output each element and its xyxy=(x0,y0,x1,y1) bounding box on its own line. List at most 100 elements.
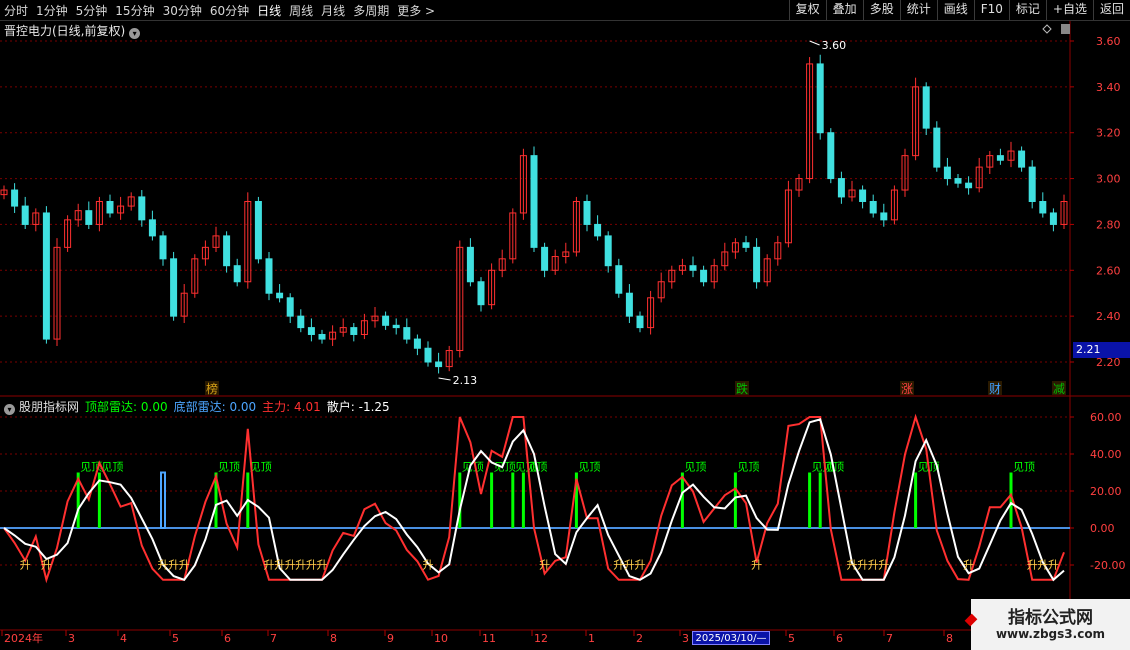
candle-body xyxy=(297,315,305,329)
bottom-signal-label: 升 xyxy=(751,559,762,572)
event-tag: 减 xyxy=(1053,382,1065,396)
bottom-signal-label: 升 xyxy=(868,559,879,572)
bottom-signal-label: 升 xyxy=(179,559,190,572)
candle-body xyxy=(636,315,644,329)
panel-menu-icon xyxy=(1061,24,1070,34)
candle-body xyxy=(827,132,835,180)
date-tick-label: 11 xyxy=(482,632,496,645)
candle-body xyxy=(350,327,358,335)
date-tick-label: 10 xyxy=(434,632,448,645)
top-radar-bar xyxy=(490,472,494,528)
bottom-signal-label: 升 xyxy=(168,559,179,572)
price-tick-label: 3.20 xyxy=(1096,127,1121,140)
indicator-value-3: 散户: -1.25 xyxy=(326,400,390,414)
stock-title-text: 晋控电力(日线,前复权) xyxy=(4,24,126,38)
event-tag: 涨 xyxy=(901,381,913,396)
indicator-tick-label: 0.00 xyxy=(1090,522,1115,535)
candle-body xyxy=(954,178,962,184)
bottom-signal-label: 升 xyxy=(1027,559,1038,572)
candle-body xyxy=(265,258,273,294)
date-tick-label: 8 xyxy=(946,632,953,645)
candle-body xyxy=(11,189,19,207)
top-radar-bar xyxy=(680,472,684,528)
bottom-signal-label: 升 xyxy=(847,559,858,572)
price-tick-label: 2.40 xyxy=(1096,310,1121,323)
candle-body xyxy=(1028,166,1036,203)
candle-body xyxy=(541,246,549,271)
bottom-signal-label: 升 xyxy=(274,559,285,572)
bottom-signal-label: 升 xyxy=(423,559,434,572)
date-tick-label: 6 xyxy=(224,632,231,645)
top-signal-label: 见顶 xyxy=(684,461,706,474)
bottom-signal-label: 升 xyxy=(624,559,635,572)
indicator-value-1: 底部雷达: 0.00 xyxy=(173,400,257,414)
bottom-radar-bar xyxy=(160,471,166,529)
candle-body xyxy=(615,265,623,294)
bottom-signal-label: 升 xyxy=(295,559,306,572)
price-tick-label: 3.00 xyxy=(1096,173,1121,186)
candle-body xyxy=(392,324,400,329)
candle-body xyxy=(435,361,443,368)
candle-body xyxy=(413,338,421,349)
candle-body xyxy=(307,327,315,335)
bottom-signal-label: 升 xyxy=(317,559,328,572)
candle-body xyxy=(21,205,29,225)
candle-body xyxy=(753,246,761,283)
date-tick-label: 5 xyxy=(788,632,795,645)
candle-body xyxy=(943,166,951,180)
candle-body xyxy=(922,86,930,129)
indicator-tick-label: 20.00 xyxy=(1090,485,1122,498)
candle-body xyxy=(42,212,50,340)
candle-body xyxy=(318,333,326,340)
main-force-line xyxy=(3,413,1065,584)
bottom-signal-label: 升 xyxy=(635,559,646,572)
date-tick-label: 7 xyxy=(886,632,893,645)
current-price-tag: 2.21 xyxy=(1073,342,1130,358)
date-tick-label: 8 xyxy=(330,632,337,645)
watermark-title: 指标公式网 xyxy=(1008,608,1093,628)
candle-body xyxy=(880,212,888,221)
low-pointer xyxy=(438,377,451,381)
candle-body xyxy=(869,201,877,214)
top-signal-label: 见顶 xyxy=(578,461,600,474)
top-radar-bar xyxy=(818,472,822,528)
candle-body xyxy=(816,63,824,134)
candle-body xyxy=(85,210,93,225)
indicator-name: 股朋指标网 xyxy=(19,400,80,414)
candle-body xyxy=(742,242,750,248)
bottom-signal-label: 升 xyxy=(158,559,169,572)
bottom-signal-label: 升 xyxy=(285,559,296,572)
bottom-signal-label: 升 xyxy=(857,559,868,572)
candle-body xyxy=(689,265,697,271)
indicator-values: 顶部雷达: 0.00 底部雷达: 0.00 主力: 4.01 散户: -1.25 xyxy=(85,400,396,414)
candle-body xyxy=(276,292,284,299)
kline-chart[interactable]: 3.603.403.203.002.802.602.402.203.602.13… xyxy=(0,0,1130,650)
candle-body xyxy=(233,265,241,283)
chevron-down-icon[interactable]: ▾ xyxy=(129,28,141,39)
chevron-down-icon[interactable]: ▾ xyxy=(4,404,15,415)
candle-body xyxy=(403,327,411,340)
candle-body xyxy=(477,281,485,306)
date-tick-label: 4 xyxy=(120,632,127,645)
indicator-title[interactable]: ▾ 股朋指标网 顶部雷达: 0.00 底部雷达: 0.00 主力: 4.01 散户: -1… xyxy=(4,398,402,415)
candle-body xyxy=(382,315,390,326)
price-tick-label: 2.60 xyxy=(1096,264,1121,277)
bottom-signal-label: 升 xyxy=(539,559,550,572)
date-tick-label: 5 xyxy=(172,632,179,645)
date-tick-label: 3 xyxy=(682,632,689,645)
top-radar-bar xyxy=(808,472,812,528)
date-tick-label: 2024年 xyxy=(4,631,43,645)
top-signal-label: 见顶 xyxy=(1013,461,1035,474)
candle-body xyxy=(254,201,262,260)
candle-body xyxy=(996,155,1004,161)
candle-body xyxy=(1039,201,1047,214)
candle-body xyxy=(594,223,602,237)
stock-title[interactable]: 晋控电力(日线,前复权) ▾ xyxy=(4,22,141,39)
candle-body xyxy=(286,297,294,317)
candle-body xyxy=(170,258,178,317)
top-signal-label: 见顶 xyxy=(737,461,759,474)
bottom-signal-label: 升 xyxy=(1048,559,1059,572)
watermark: 指标公式网 www.zbgs3.com xyxy=(964,599,1130,650)
candle-body xyxy=(106,201,114,214)
top-radar-bar xyxy=(914,472,918,528)
